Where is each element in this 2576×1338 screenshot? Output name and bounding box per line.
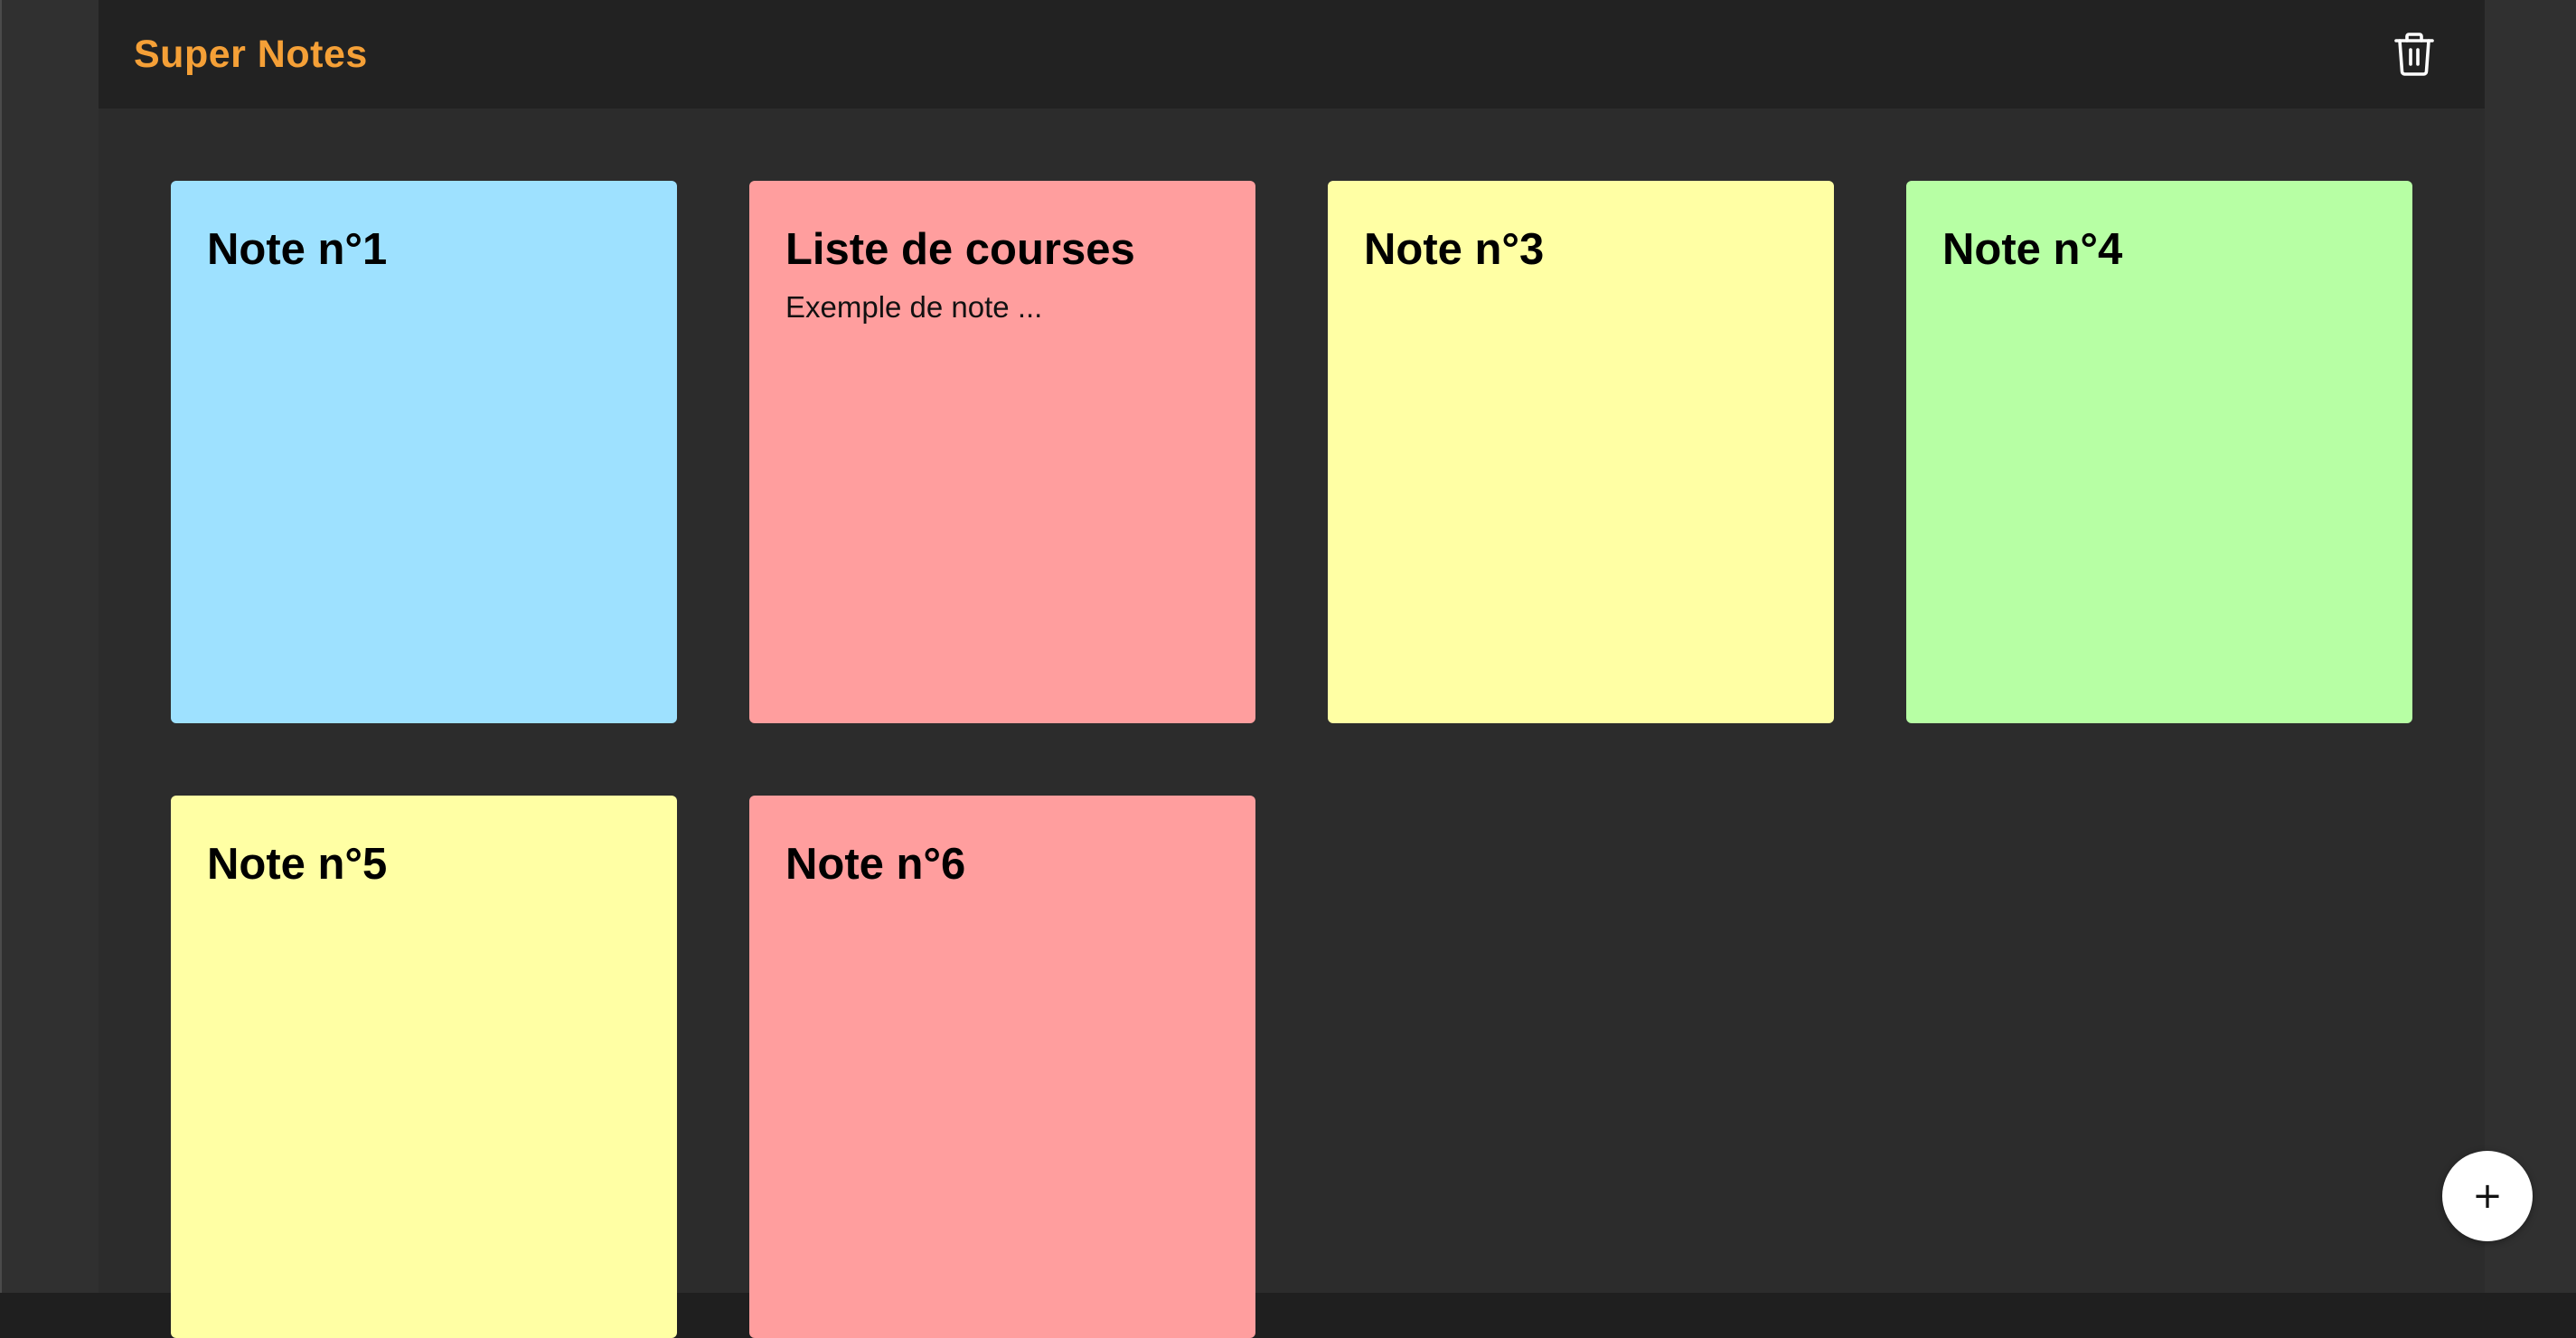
note-card[interactable]: Note n°3 <box>1328 181 1834 723</box>
app-header: Super Notes <box>99 0 2485 108</box>
note-title: Liste de courses <box>785 225 1135 274</box>
note-card[interactable]: Note n°1 <box>171 181 677 723</box>
note-title: Note n°3 <box>1364 225 1545 274</box>
add-note-button[interactable]: + <box>2442 1151 2533 1241</box>
note-card[interactable]: Note n°5 <box>171 796 677 1338</box>
plus-icon: + <box>2472 1175 2503 1217</box>
note-title: Note n°6 <box>785 840 966 889</box>
notes-grid: Note n°1 Liste de courses Exemple de not… <box>171 181 2412 1338</box>
note-card[interactable]: Note n°6 <box>749 796 1255 1338</box>
note-body: Exemple de note ... <box>785 290 1043 324</box>
window-frame: Super Notes Note n°1 Liste de courses Ex… <box>0 0 2576 1338</box>
app-container: Super Notes Note n°1 Liste de courses Ex… <box>99 0 2533 1338</box>
note-title: Note n°4 <box>1942 225 2123 274</box>
note-title: Note n°5 <box>207 840 388 889</box>
app-title: Super Notes <box>134 33 368 76</box>
note-title: Note n°1 <box>207 225 388 274</box>
note-card[interactable]: Liste de courses Exemple de note ... <box>749 181 1255 723</box>
trash-icon <box>2394 33 2434 76</box>
note-card[interactable]: Note n°4 <box>1906 181 2412 723</box>
delete-button[interactable] <box>2387 27 2441 81</box>
